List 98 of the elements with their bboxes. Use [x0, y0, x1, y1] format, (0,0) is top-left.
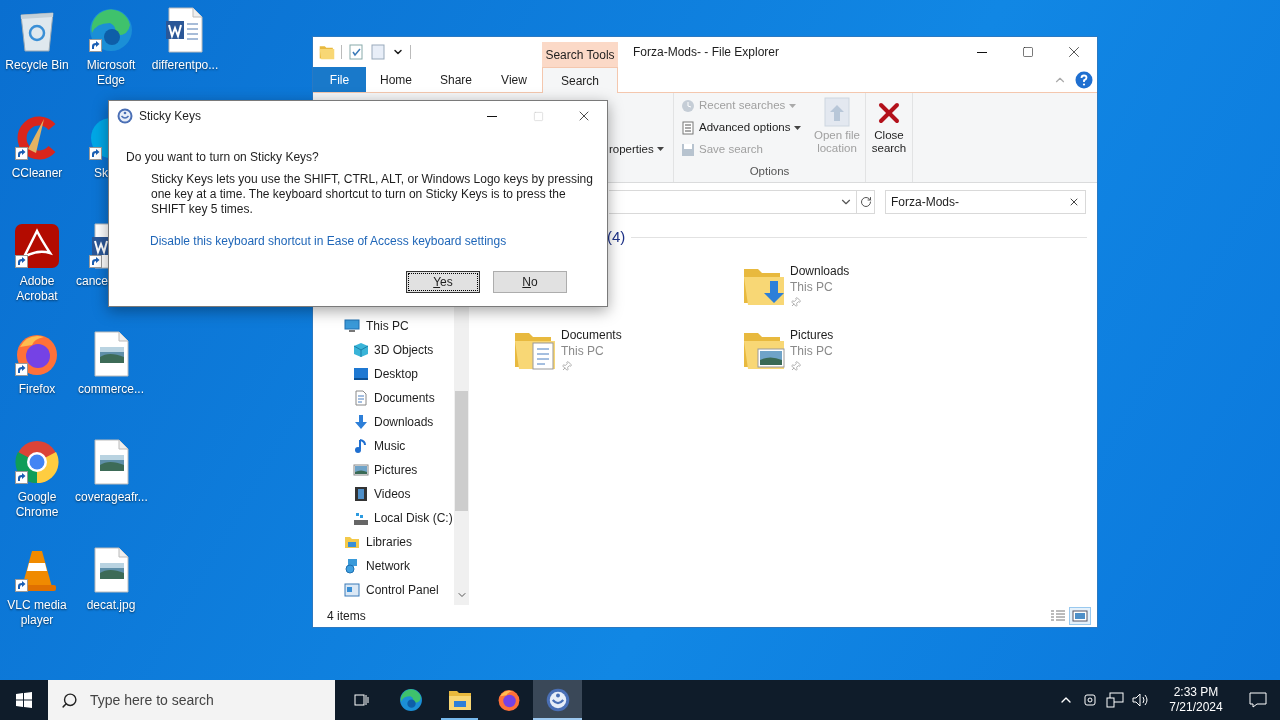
dialog-button[interactable]: No [493, 271, 567, 293]
desktop-icon-label[interactable]: Recycle Bin [5, 58, 69, 73]
speech-bubble-icon [1249, 692, 1267, 708]
taskbar-search-field[interactable]: Type here to search [48, 680, 335, 720]
desktop-icon-label[interactable]: Adobe Acrobat [1, 274, 73, 304]
task-view-icon [352, 691, 371, 709]
control-panel-icon [344, 582, 360, 598]
chrome-icon [14, 439, 60, 485]
running-indicator [533, 718, 582, 720]
desktop-icon-label[interactable]: differentpo... [151, 58, 219, 73]
ribbon-tab[interactable]: File [313, 67, 366, 92]
dialog-title: Sticky Keys [139, 108, 202, 125]
image-file-icon [91, 439, 131, 485]
pdf-reader-icon [14, 223, 60, 269]
picture-icon [353, 462, 369, 478]
group-label: Options [748, 163, 791, 179]
desktop-icon-label[interactable]: Sk [74, 166, 108, 181]
taskbar-app-button[interactable] [533, 680, 582, 720]
properties-command[interactable]: roperties [609, 140, 673, 158]
scrollbar-thumb[interactable] [455, 391, 468, 511]
desktop-icon-label[interactable]: VLC media player [1, 598, 73, 628]
nav-item[interactable]: This PC [313, 314, 454, 338]
dialog-question: Do you want to turn on Sticky Keys? [126, 149, 320, 166]
film-icon [353, 486, 369, 502]
status-text: 4 items [327, 608, 367, 625]
clock[interactable]: 2:33 PM 7/21/2024 [1156, 680, 1236, 720]
folder-icon [319, 44, 335, 60]
search-field[interactable]: Forza-Mods- [885, 189, 1086, 214]
ribbon-tab[interactable]: Home [366, 67, 426, 92]
nav-item[interactable]: Libraries [313, 530, 454, 554]
device-icon[interactable] [1082, 692, 1098, 708]
desktop-icon-label[interactable]: commerce... [78, 382, 144, 397]
running-indicator [441, 718, 478, 720]
ribbon-tab[interactable]: Search [542, 67, 618, 93]
desktop-icon [353, 366, 369, 382]
dialog-message: Sticky Keys lets you use the SHIFT, CTRL, ALT, or Windows Logo keys by pressing one key at a time. The keyboard shortcut to turn on Sticky Keys is to press the SHIFT key 5 times. [150, 172, 593, 217]
firefox-icon [496, 688, 521, 712]
nav-item[interactable]: Downloads [313, 410, 454, 434]
desktop-icon-label[interactable]: cance [74, 274, 108, 289]
nav-item[interactable]: Pictures [313, 458, 454, 482]
window-title: Forza-Mods- - File Explorer [633, 44, 780, 61]
disk-drive-icon [353, 510, 369, 526]
minimize-icon [487, 115, 497, 117]
dialog-button[interactable]: Yes [406, 271, 480, 293]
desktop-icon-label[interactable]: decat.jpg [86, 598, 136, 613]
desktop-icon-label[interactable]: Google Chrome [1, 490, 73, 520]
minimize-icon [977, 51, 987, 53]
clock-icon [681, 99, 695, 113]
nav-item[interactable]: Documents [313, 386, 454, 410]
library-folder-icon [344, 534, 360, 550]
large-icons-view-button[interactable] [1069, 607, 1091, 625]
nav-item[interactable]: Desktop [313, 362, 454, 386]
folder-tile[interactable]: Documents This PC [513, 327, 742, 391]
image-file-icon [91, 331, 131, 377]
desktop-icon-label[interactable]: Microsoft Edge [75, 58, 147, 88]
nav-item[interactable]: Network [313, 554, 454, 578]
maximize-icon [532, 110, 544, 122]
folder-tile[interactable]: Downloads This PC [742, 263, 971, 327]
help-icon[interactable] [1075, 70, 1093, 89]
maximize-icon [1022, 46, 1034, 58]
folder-tile[interactable]: Pictures This PC [742, 327, 971, 391]
nav-item[interactable]: Music [313, 434, 454, 458]
word-document-icon [165, 7, 205, 53]
document-icon [353, 390, 369, 406]
computer-icon [344, 318, 360, 334]
group-header[interactable]: (4) [607, 225, 626, 249]
desktop-icon-label[interactable]: Firefox [18, 382, 56, 397]
download-arrow-icon [353, 414, 369, 430]
nav-item[interactable]: Videos [313, 482, 454, 506]
ribbon-tab[interactable]: View [486, 67, 542, 92]
speaker-icon[interactable] [1132, 692, 1150, 708]
nav-item[interactable]: Local Disk (C:) [313, 506, 454, 530]
search-icon [61, 691, 78, 709]
settings-link[interactable]: Disable this keyboard shortcut in Ease of Access keyboard settings [150, 232, 593, 250]
windows-logo-icon [16, 692, 32, 708]
close-search-button[interactable]: Close search [866, 97, 912, 155]
properties-icon[interactable] [348, 44, 364, 60]
nav-item[interactable]: Control Panel [313, 578, 454, 602]
refresh-button[interactable] [857, 189, 875, 214]
desktop-icon-label[interactable]: coverageafr... [75, 490, 147, 505]
nav-item[interactable]: 3D Objects [313, 338, 454, 362]
edge-icon [398, 688, 423, 712]
refresh-icon [859, 195, 872, 208]
list-document-icon [681, 121, 695, 135]
desktop-icon-label[interactable]: CCleaner [11, 166, 63, 181]
network-icon[interactable] [1106, 692, 1124, 708]
music-note-icon [353, 438, 369, 454]
edge-icon [88, 7, 134, 53]
context-tab-group: Search Tools [542, 42, 618, 67]
ribbon-command[interactable]: Advanced options [681, 119, 805, 137]
image-file-icon [91, 547, 131, 593]
ribbon-tab[interactable]: Share [426, 67, 486, 92]
cube-icon [353, 342, 369, 358]
network-icon [344, 558, 360, 574]
caret-icon [656, 147, 664, 152]
accessibility-icon [117, 108, 133, 124]
accessibility-icon [545, 688, 570, 712]
folder-icon [447, 689, 472, 711]
